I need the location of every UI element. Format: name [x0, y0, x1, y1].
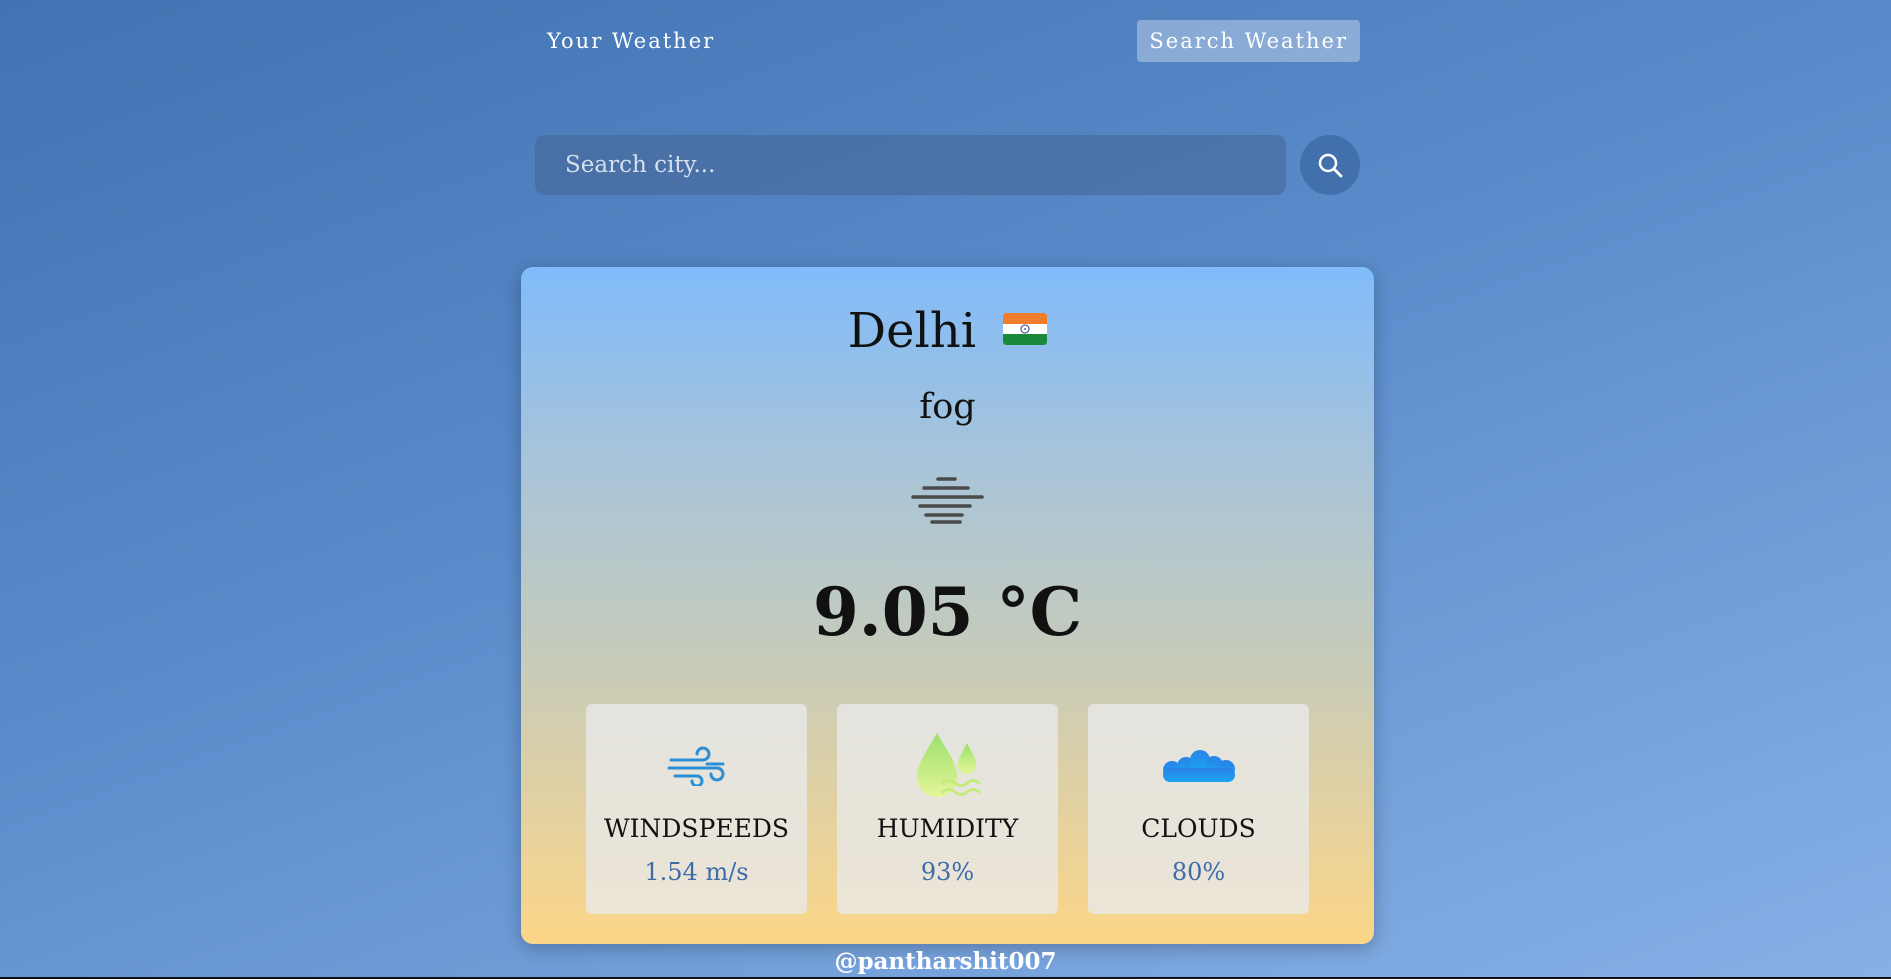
- india-flag-icon: [1003, 312, 1048, 345]
- weather-card: Delhi fog 9.05 °C WINDSPEEDS 1.54 m/s HU…: [521, 267, 1374, 944]
- stat-windspeed: WINDSPEEDS 1.54 m/s: [586, 704, 807, 914]
- stat-value: 93%: [920, 858, 975, 886]
- stat-humidity: HUMIDITY 93%: [837, 704, 1058, 914]
- stat-value: 1.54 m/s: [644, 858, 749, 886]
- search-input[interactable]: [535, 135, 1286, 195]
- city-heading: Delhi: [521, 303, 1374, 359]
- search-bar: [535, 135, 1360, 195]
- footer-credit: @pantharshit007: [834, 948, 1057, 975]
- temperature: 9.05 °C: [812, 573, 1083, 651]
- search-button[interactable]: [1300, 135, 1360, 195]
- clouds-icon: [1162, 750, 1235, 782]
- city-name: Delhi: [847, 303, 977, 359]
- stat-value: 80%: [1171, 858, 1226, 886]
- humidity-icon: [916, 733, 980, 797]
- wind-icon: [667, 746, 724, 786]
- stat-label: CLOUDS: [1141, 814, 1256, 843]
- search-icon: [1318, 153, 1343, 178]
- stat-label: WINDSPEEDS: [603, 814, 790, 843]
- stat-clouds: CLOUDS 80%: [1088, 704, 1309, 914]
- fog-icon: [911, 477, 984, 524]
- tab-your-weather[interactable]: Your Weather: [535, 20, 727, 62]
- top-nav: Your Weather Search Weather: [535, 20, 1360, 62]
- weather-condition: fog: [919, 387, 976, 427]
- stat-label: HUMIDITY: [876, 814, 1019, 843]
- tab-search-weather[interactable]: Search Weather: [1137, 20, 1360, 62]
